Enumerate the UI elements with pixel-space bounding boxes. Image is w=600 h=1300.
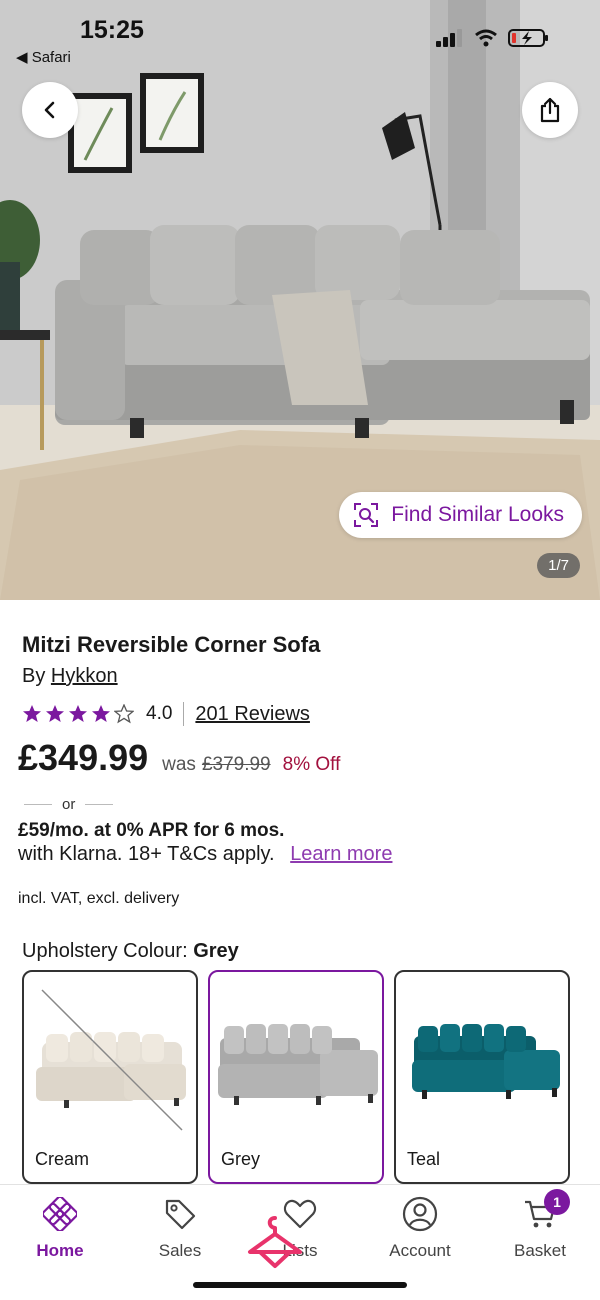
or-divider: or xyxy=(24,796,114,813)
colour-swatch-grey[interactable]: Grey xyxy=(208,970,384,1184)
status-time: 15:25 xyxy=(80,16,144,44)
home-logo-icon xyxy=(43,1197,77,1231)
tab-home[interactable]: Home xyxy=(10,1195,110,1261)
tab-label: Home xyxy=(36,1241,84,1260)
divider-line xyxy=(24,804,52,805)
learn-more-link[interactable]: Learn more xyxy=(290,843,392,865)
product-title: Mitzi Reversible Corner Sofa xyxy=(22,632,321,657)
colour-selector-label: Upholstery Colour: Grey xyxy=(22,940,239,963)
find-similar-looks-label: Find Similar Looks xyxy=(391,503,564,526)
tab-label: Basket xyxy=(514,1241,566,1260)
klarna-terms-text: with Klarna. 18+ T&Cs apply. xyxy=(18,843,275,865)
price-row: £349.99 was £379.99 8% Off xyxy=(18,737,340,779)
brand-link[interactable]: Hykkon xyxy=(51,665,118,687)
tab-sales[interactable]: Sales xyxy=(130,1195,230,1261)
star-filled-icon xyxy=(23,705,41,722)
chevron-left-icon xyxy=(44,101,55,119)
swatch-label: Teal xyxy=(407,1149,441,1169)
hanger-icon[interactable] xyxy=(246,1214,304,1272)
tab-label: Sales xyxy=(158,1241,202,1260)
was-price: £379.99 xyxy=(201,754,271,775)
rating-row: 4.0 201 Reviews xyxy=(22,702,310,726)
home-indicator xyxy=(193,1282,407,1288)
back-to-safari-link[interactable]: ◀ Safari xyxy=(16,48,71,66)
signal-icon xyxy=(436,29,462,47)
colour-swatch-cream[interactable]: Cream xyxy=(22,970,198,1184)
tab-label: Account xyxy=(389,1241,451,1260)
star-filled-icon xyxy=(69,705,87,722)
was-label: was xyxy=(162,754,196,775)
share-button[interactable] xyxy=(522,82,578,138)
divider-line xyxy=(85,804,114,805)
colour-swatches: Cream Grey Teal xyxy=(22,970,570,1184)
selected-colour: Grey xyxy=(193,940,239,962)
status-icons xyxy=(436,28,550,48)
account-icon xyxy=(402,1196,438,1232)
share-icon xyxy=(540,97,560,123)
klarna-terms: with Klarna. 18+ T&Cs apply. Learn more xyxy=(18,843,392,866)
back-button[interactable] xyxy=(22,82,78,138)
tab-account[interactable]: Account xyxy=(370,1195,470,1261)
discount-badge: 8% Off xyxy=(282,754,341,775)
product-image-gallery[interactable]: 15:25 ◀ Safari Find Similar Looks 1/7 xyxy=(0,0,600,600)
klarna-offer: £59/mo. at 0% APR for 6 mos. xyxy=(18,820,285,841)
swatch-label: Cream xyxy=(35,1149,90,1169)
find-similar-looks-button[interactable]: Find Similar Looks xyxy=(339,492,582,538)
visual-search-icon xyxy=(354,503,379,527)
tag-icon xyxy=(165,1199,196,1230)
star-filled-icon xyxy=(92,705,110,722)
colour-swatch-teal[interactable]: Teal xyxy=(394,970,570,1184)
brand-byline: By Hykkon xyxy=(22,665,118,688)
wifi-icon xyxy=(475,29,497,47)
current-price: £349.99 xyxy=(18,737,149,778)
swatch-label: Grey xyxy=(221,1149,261,1169)
battery-charging-icon xyxy=(508,29,548,47)
status-bar: 15:25 ◀ Safari xyxy=(0,0,600,80)
by-prefix: By xyxy=(22,665,46,687)
rating-value: 4.0 xyxy=(146,703,173,724)
star-filled-icon xyxy=(46,705,64,722)
star-empty-icon xyxy=(114,704,134,724)
tab-basket[interactable]: Basket 1 xyxy=(490,1189,590,1261)
basket-count-badge: 1 xyxy=(544,1189,570,1215)
vat-note: incl. VAT, excl. delivery xyxy=(18,890,180,907)
image-counter: 1/7 xyxy=(537,553,580,578)
reviews-link[interactable]: 201 Reviews xyxy=(195,703,310,726)
star-rating xyxy=(22,704,134,724)
colour-label-text: Upholstery Colour: xyxy=(22,940,188,962)
rating-divider xyxy=(183,702,185,726)
or-label: or xyxy=(62,796,76,813)
